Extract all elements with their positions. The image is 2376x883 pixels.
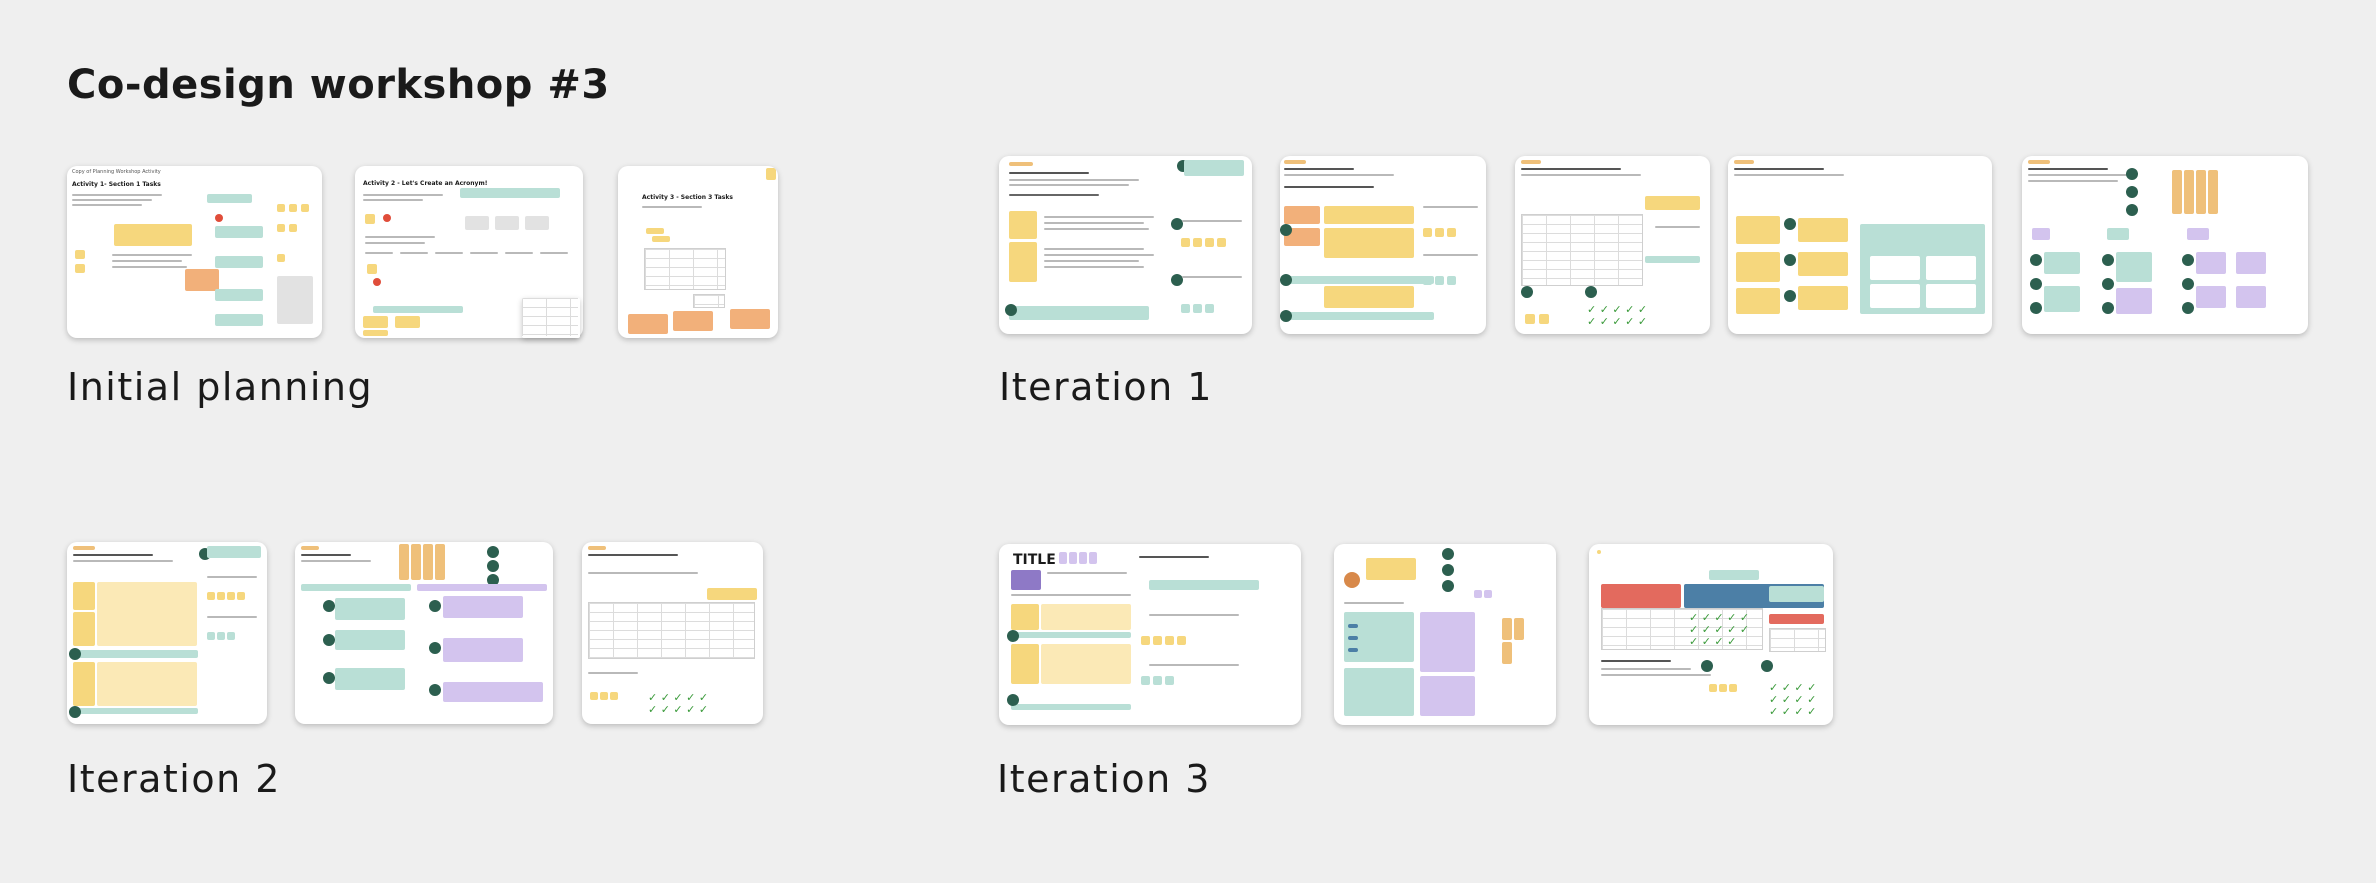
frame-iteration-2-2[interactable]	[295, 542, 553, 724]
frame-initial-planning-1[interactable]: Copy of Planning Workshop Activity Activ…	[67, 166, 322, 338]
frame-iteration-1-1[interactable]	[999, 156, 1252, 334]
table-card[interactable]	[522, 298, 580, 338]
frame-title: Activity 2 - Let's Create an Acronym!	[363, 180, 488, 187]
frame-title: Copy of Planning Workshop Activity	[72, 169, 161, 175]
section-label-iteration-3: Iteration 3	[997, 757, 1211, 801]
section-label-iteration-1: Iteration 1	[999, 365, 1213, 409]
board-title: Co-design workshop #3	[67, 62, 610, 108]
frame-iteration-2-3[interactable]: ✓ ✓ ✓ ✓ ✓ ✓ ✓ ✓ ✓ ✓	[582, 542, 763, 724]
frame-iteration-1-3[interactable]: ✓ ✓ ✓ ✓ ✓ ✓ ✓ ✓ ✓ ✓	[1515, 156, 1710, 334]
frame-initial-planning-3[interactable]: Activity 3 - Section 3 Tasks	[618, 166, 778, 338]
frame-iteration-1-5[interactable]	[2022, 156, 2308, 334]
frame-iteration-3-2[interactable]	[1334, 544, 1556, 725]
frame-subtitle: Activity 1- Section 1 Tasks	[72, 181, 161, 188]
section-label-iteration-2: Iteration 2	[67, 757, 281, 801]
food-icon	[1344, 572, 1360, 588]
frame-iteration-1-4[interactable]	[1728, 156, 1992, 334]
frame-title: TITLE	[1013, 552, 1056, 568]
frame-iteration-3-3[interactable]: ✓ ✓ ✓ ✓ ✓ ✓ ✓ ✓ ✓ ✓ ✓ ✓ ✓ ✓ ✓ ✓ ✓ ✓ ✓ ✓ …	[1589, 544, 1833, 725]
frame-iteration-3-1[interactable]: TITLE	[999, 544, 1301, 725]
section-label-initial-planning: Initial planning	[67, 365, 374, 409]
frame-iteration-1-2[interactable]	[1280, 156, 1486, 334]
frame-title: Activity 3 - Section 3 Tasks	[642, 194, 733, 201]
frame-iteration-2-1[interactable]	[67, 542, 267, 724]
